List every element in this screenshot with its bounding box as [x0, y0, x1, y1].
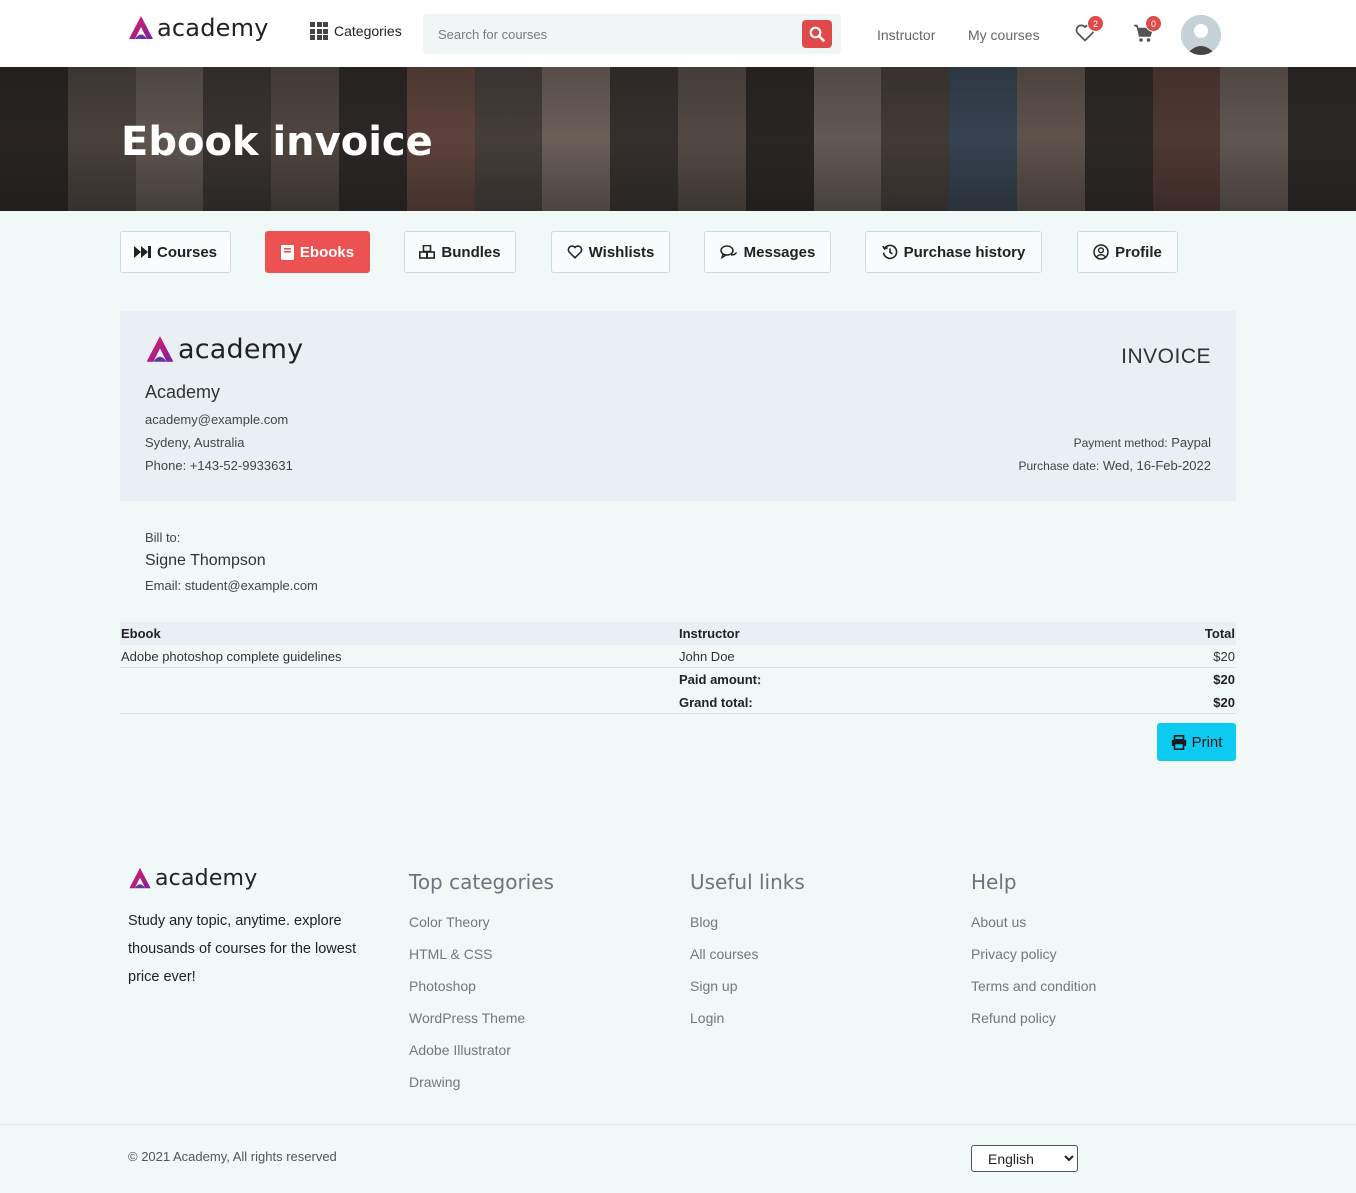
- footer-link-terms[interactable]: Terms and condition: [971, 970, 1096, 1002]
- company-name: Academy: [145, 382, 221, 402]
- tab-purchase-history[interactable]: Purchase history: [865, 231, 1042, 273]
- footer-link-drawing[interactable]: Drawing: [409, 1066, 554, 1098]
- bill-to-label: Bill to:: [145, 530, 181, 545]
- footer-heading: Help: [971, 870, 1017, 894]
- paid-amount-row: Paid amount: $20: [120, 668, 1236, 691]
- grand-total-value: $20: [1213, 695, 1235, 710]
- cart-count-badge: 0: [1145, 15, 1162, 32]
- brand-logo[interactable]: academy: [128, 14, 269, 42]
- invoice-title: INVOICE: [1121, 345, 1211, 368]
- company-phone: Phone: +143-52-9933631: [145, 458, 293, 473]
- footer-link-adobe-illustrator[interactable]: Adobe Illustrator: [409, 1034, 554, 1066]
- ebook-instructor: John Doe: [679, 649, 735, 664]
- footer-link-sign-up[interactable]: Sign up: [690, 970, 805, 1002]
- my-courses-link[interactable]: My courses: [968, 27, 1040, 43]
- footer-useful-links: Useful links Blog All courses Sign up Lo…: [690, 870, 805, 1034]
- col-header-total: Total: [1204, 626, 1235, 641]
- invoice-logo: academy: [145, 334, 303, 365]
- footer-link-html-css[interactable]: HTML & CSS: [409, 938, 554, 970]
- footer-link-refund-policy[interactable]: Refund policy: [971, 1002, 1096, 1034]
- bill-to-name: Signe Thompson: [145, 552, 266, 569]
- print-icon: [1171, 734, 1186, 750]
- payment-method: Payment method: Paypal: [1073, 435, 1211, 450]
- ebook-total: $20: [1213, 649, 1235, 664]
- categories-label: Categories: [334, 23, 402, 39]
- page-title: Ebook invoice: [121, 119, 433, 165]
- brand-name: academy: [157, 14, 269, 42]
- footer-link-privacy-policy[interactable]: Privacy policy: [971, 938, 1096, 970]
- footer-bottom-bar: © 2021 Academy, All rights reserved Engl…: [0, 1124, 1356, 1193]
- tab-courses[interactable]: Courses: [120, 231, 231, 273]
- categories-button[interactable]: Categories: [310, 22, 402, 40]
- table-header-row: Ebook Instructor Total: [120, 622, 1236, 645]
- footer-heading: Top categories: [409, 870, 554, 894]
- footer-link-login[interactable]: Login: [690, 1002, 805, 1034]
- heart-icon: [567, 245, 582, 259]
- language-select[interactable]: English: [971, 1145, 1078, 1172]
- tab-wishlists[interactable]: Wishlists: [551, 231, 670, 273]
- company-address: Sydeny, Australia: [145, 435, 245, 450]
- search-icon: [809, 26, 825, 42]
- instructor-link[interactable]: Instructor: [877, 27, 935, 43]
- purchase-date: Purchase date: Wed, 16-Feb-2022: [1018, 458, 1211, 473]
- grid-icon: [310, 22, 328, 40]
- bill-to-email: Email: student@example.com: [145, 578, 318, 593]
- print-button[interactable]: Print: [1157, 723, 1236, 761]
- table-row: Adobe photoshop complete guidelines John…: [120, 645, 1236, 668]
- footer-link-color-theory[interactable]: Color Theory: [409, 906, 554, 938]
- comments-icon: [719, 245, 737, 259]
- tab-ebooks[interactable]: Ebooks: [265, 231, 370, 273]
- paid-amount-label: Paid amount:: [679, 672, 762, 687]
- invoice-brand-name: academy: [178, 334, 304, 365]
- book-icon: [280, 244, 294, 260]
- page-banner: Ebook invoice: [0, 67, 1356, 211]
- footer-help: Help About us Privacy policy Terms and c…: [971, 870, 1096, 1034]
- footer-brand-name: academy: [155, 866, 258, 891]
- fast-forward-icon: [133, 246, 151, 258]
- grand-total-row: Grand total: $20: [120, 691, 1236, 714]
- cubes-icon: [419, 245, 436, 259]
- wishlist-count-badge: 2: [1087, 15, 1104, 32]
- top-navbar: academy Categories Instructor My courses…: [0, 0, 1356, 67]
- user-circle-icon: [1093, 244, 1109, 260]
- ebook-title: Adobe photoshop complete guidelines: [121, 649, 342, 664]
- academy-logo-icon: [129, 16, 153, 39]
- user-avatar[interactable]: [1181, 15, 1221, 55]
- footer-link-wordpress-theme[interactable]: WordPress Theme: [409, 1002, 554, 1034]
- invoice-table: Ebook Instructor Total Adobe photoshop c…: [120, 622, 1236, 714]
- user-icon: [1181, 15, 1221, 55]
- cart-button[interactable]: 0: [1133, 15, 1162, 48]
- footer-link-blog[interactable]: Blog: [690, 906, 805, 938]
- search-input[interactable]: [423, 14, 783, 54]
- footer-link-about-us[interactable]: About us: [971, 906, 1096, 938]
- academy-logo-icon: [146, 336, 174, 362]
- search-bar: [423, 14, 841, 54]
- footer-logo[interactable]: academy: [128, 866, 257, 891]
- footer-heading: Useful links: [690, 870, 805, 894]
- col-header-ebook: Ebook: [121, 626, 161, 641]
- footer-link-all-courses[interactable]: All courses: [690, 938, 805, 970]
- tab-bundles[interactable]: Bundles: [404, 231, 516, 273]
- academy-logo-icon: [129, 867, 151, 889]
- footer-top-categories: Top categories Color Theory HTML & CSS P…: [409, 870, 554, 1098]
- paid-amount-value: $20: [1213, 672, 1235, 687]
- copyright-text: © 2021 Academy, All rights reserved: [128, 1149, 337, 1164]
- search-button[interactable]: [802, 20, 832, 48]
- tab-profile[interactable]: Profile: [1077, 231, 1178, 273]
- grand-total-label: Grand total:: [679, 695, 753, 710]
- company-email: academy@example.com: [145, 412, 289, 427]
- footer-link-photoshop[interactable]: Photoshop: [409, 970, 554, 1002]
- tab-messages[interactable]: Messages: [704, 231, 831, 273]
- footer-about-text: Study any topic, anytime. explore thousa…: [128, 913, 357, 985]
- history-icon: [881, 244, 897, 260]
- col-header-instructor: Instructor: [679, 626, 740, 641]
- wishlist-button[interactable]: 2: [1075, 15, 1104, 47]
